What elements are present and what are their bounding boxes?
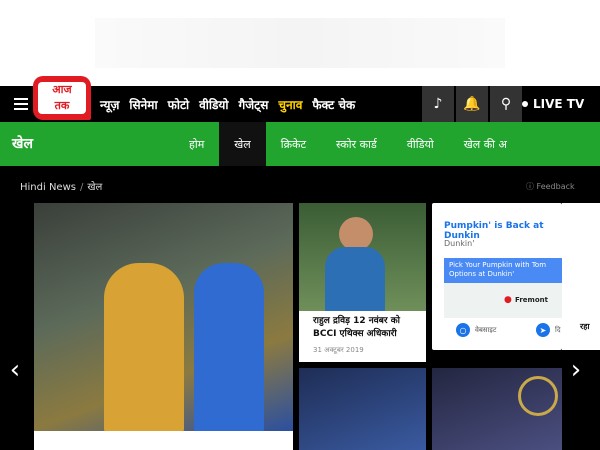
- nav-item-elections[interactable]: चुनाव: [278, 96, 302, 113]
- ad-website-label: वेबसाइट: [475, 325, 497, 334]
- hero-figure-left: [104, 263, 184, 433]
- live-dot-icon: [522, 101, 528, 107]
- story-card[interactable]: राहुल द्रविड़ 12 नवंबर को BCCI एथिक्स अध…: [299, 203, 426, 362]
- feedback-link[interactable]: ⓘ Feedback: [526, 181, 575, 192]
- section-tabs: होम खेल क्रिकेट स्कोर कार्ड वीडियो खेल क…: [174, 122, 522, 166]
- ad-placeholder: [95, 18, 505, 68]
- breadcrumb: Hindi News / खेल: [20, 179, 102, 193]
- ad-sponsor: Dunkin': [444, 239, 475, 248]
- logo-line-2: तक: [54, 99, 70, 112]
- hero-figure-right: [194, 263, 264, 433]
- story-image: [432, 368, 562, 450]
- ad-website-button[interactable]: ○ वेबसाइट: [456, 323, 496, 337]
- hero-story[interactable]: [34, 203, 293, 450]
- nav-item-cinema[interactable]: सिनेमा: [129, 96, 157, 113]
- logo-text: आज तक: [38, 82, 86, 114]
- story-image: [299, 203, 426, 311]
- directions-icon: ➤: [536, 323, 550, 337]
- site-logo[interactable]: आज तक: [33, 76, 91, 120]
- tab-video[interactable]: वीडियो: [392, 122, 449, 166]
- ad-banner-area: [0, 0, 600, 86]
- bell-icon[interactable]: 🔔: [456, 86, 488, 122]
- section-nav: खेल होम खेल क्रिकेट स्कोर कार्ड वीडियो ख…: [0, 122, 600, 166]
- nav-item-fact-check[interactable]: फैक्ट चेक: [312, 96, 355, 113]
- live-tv-label: LIVE TV: [533, 97, 585, 111]
- breadcrumb-separator: /: [79, 182, 84, 193]
- live-tv-button[interactable]: LIVE TV: [522, 86, 592, 122]
- nav-item-gadgets[interactable]: गैजेट्स: [239, 96, 269, 113]
- story-image: [299, 368, 426, 450]
- ad-headline[interactable]: Pumpkin' is Back at Dunkin: [444, 221, 562, 241]
- hero-image: [34, 203, 293, 433]
- carousel-prev-arrow[interactable]: ‹: [5, 352, 25, 388]
- sponsored-ad[interactable]: Pumpkin' is Back at Dunkin Dunkin' Pick …: [432, 203, 562, 350]
- map-pin-icon: ●: [504, 295, 512, 305]
- carousel-next-arrow[interactable]: ›: [566, 352, 586, 388]
- ad-directions-label: दि: [555, 325, 561, 334]
- ad-banner-text: Pick Your Pumpkin with Tom Options at Du…: [444, 258, 562, 283]
- logo-line-1: आज: [52, 83, 72, 96]
- hero-caption: [34, 431, 293, 450]
- story-date: 31 अक्टूबर 2019: [313, 346, 364, 354]
- headphones-icon[interactable]: ♪: [422, 86, 454, 122]
- menu-icon[interactable]: [14, 98, 28, 110]
- tab-sports[interactable]: खेल: [219, 122, 266, 166]
- breadcrumb-current: खेल: [87, 182, 103, 193]
- preview-text: रहा: [580, 322, 590, 331]
- story-title: राहुल द्रविड़ 12 नवंबर को BCCI एथिक्स अध…: [313, 316, 400, 339]
- ad-location: Fremont: [515, 296, 548, 304]
- tab-scorecard[interactable]: स्कोर कार्ड: [321, 122, 392, 166]
- nav-item-photo[interactable]: फोटो: [168, 96, 190, 113]
- nav-item-video[interactable]: वीडियो: [199, 96, 228, 113]
- main-nav: न्यूज़ सिनेमा फोटो वीडियो गैजेट्स चुनाव …: [100, 86, 355, 122]
- search-icon[interactable]: ⚲: [490, 86, 522, 122]
- globe-icon: ○: [456, 323, 470, 337]
- story-card[interactable]: [299, 368, 426, 450]
- nav-item-news[interactable]: न्यूज़: [100, 96, 119, 113]
- next-card-preview[interactable]: रहा: [562, 203, 600, 350]
- section-title: खेल: [12, 136, 33, 152]
- tab-home[interactable]: होम: [174, 122, 219, 166]
- tab-sports-more[interactable]: खेल की अ: [449, 122, 522, 166]
- feedback-label: Feedback: [536, 182, 575, 191]
- tab-cricket[interactable]: क्रिकेट: [266, 122, 321, 166]
- story-card[interactable]: [432, 368, 562, 450]
- ad-directions-button[interactable]: ➤ दि: [536, 323, 561, 337]
- breadcrumb-home[interactable]: Hindi News: [20, 182, 76, 193]
